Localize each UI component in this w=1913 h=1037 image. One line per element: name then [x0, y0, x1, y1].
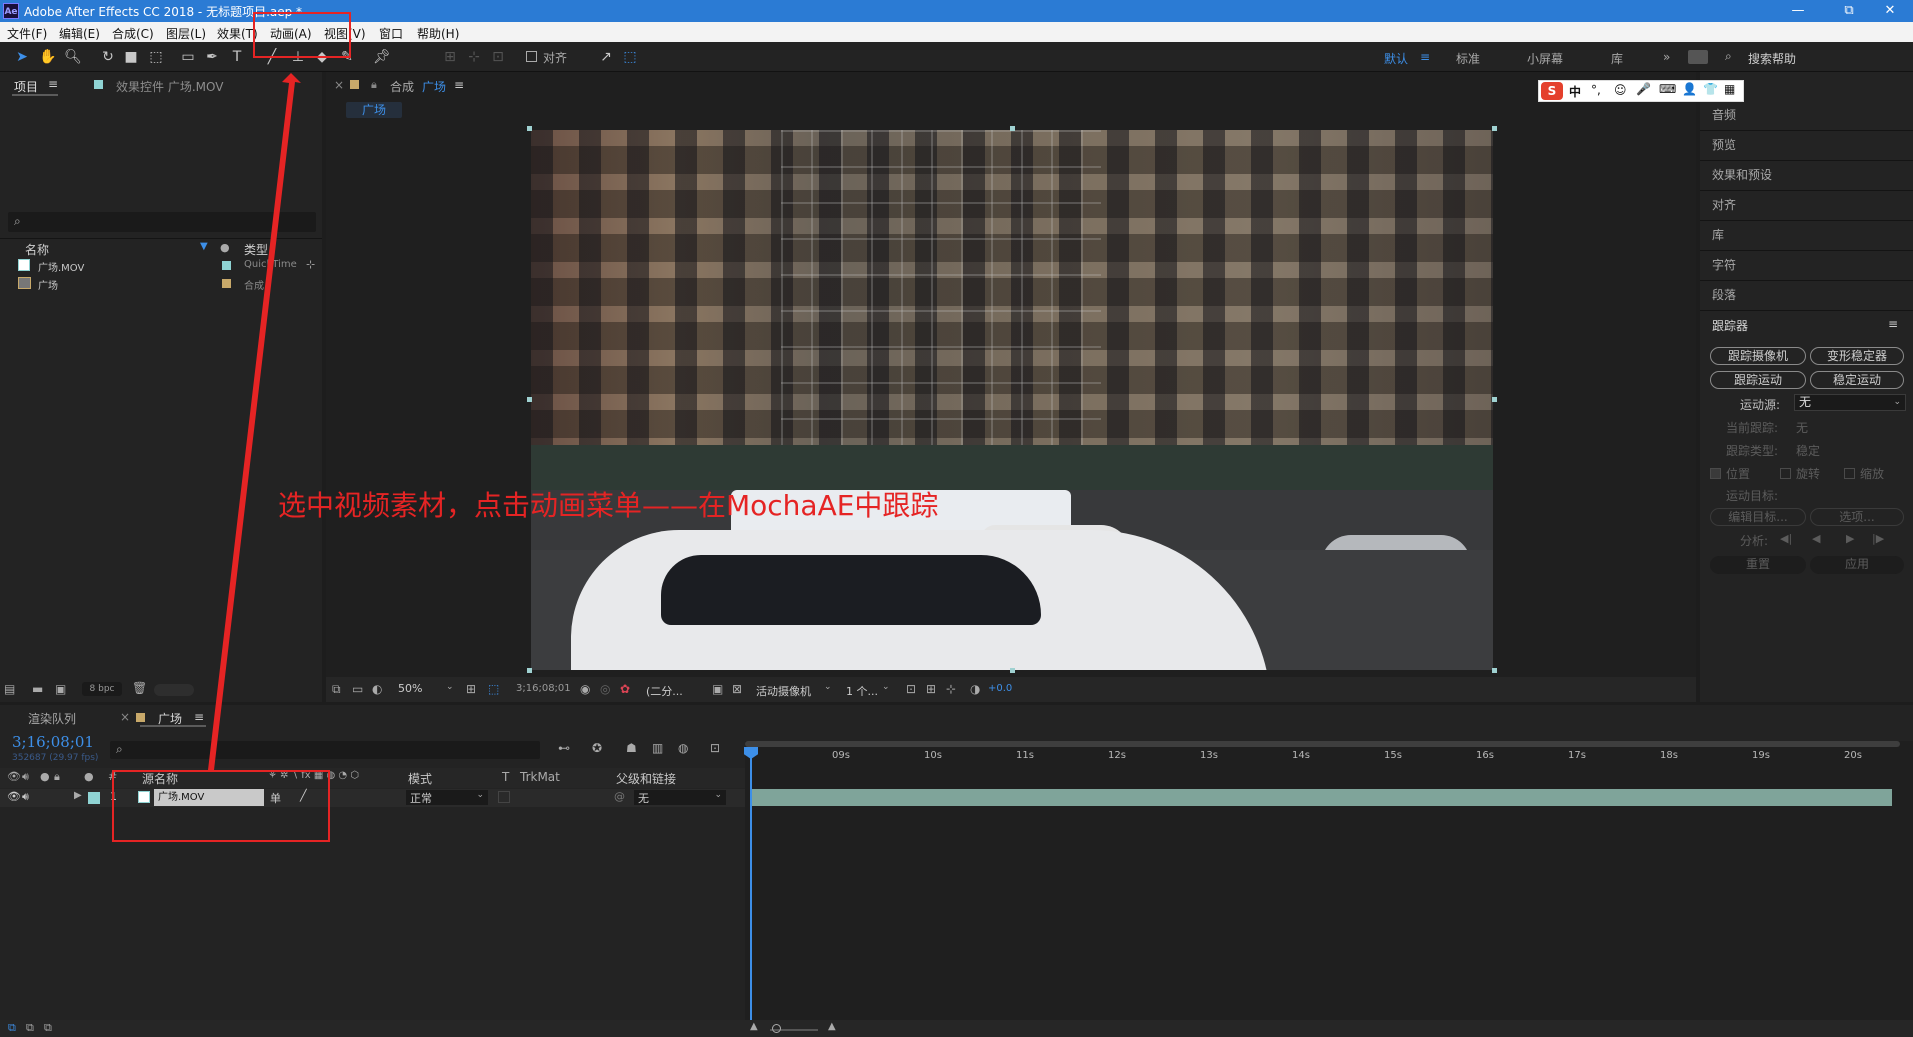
annotation-text: 选中视频素材，点击动画菜单——在MochaAE中跟踪 — [278, 489, 939, 522]
